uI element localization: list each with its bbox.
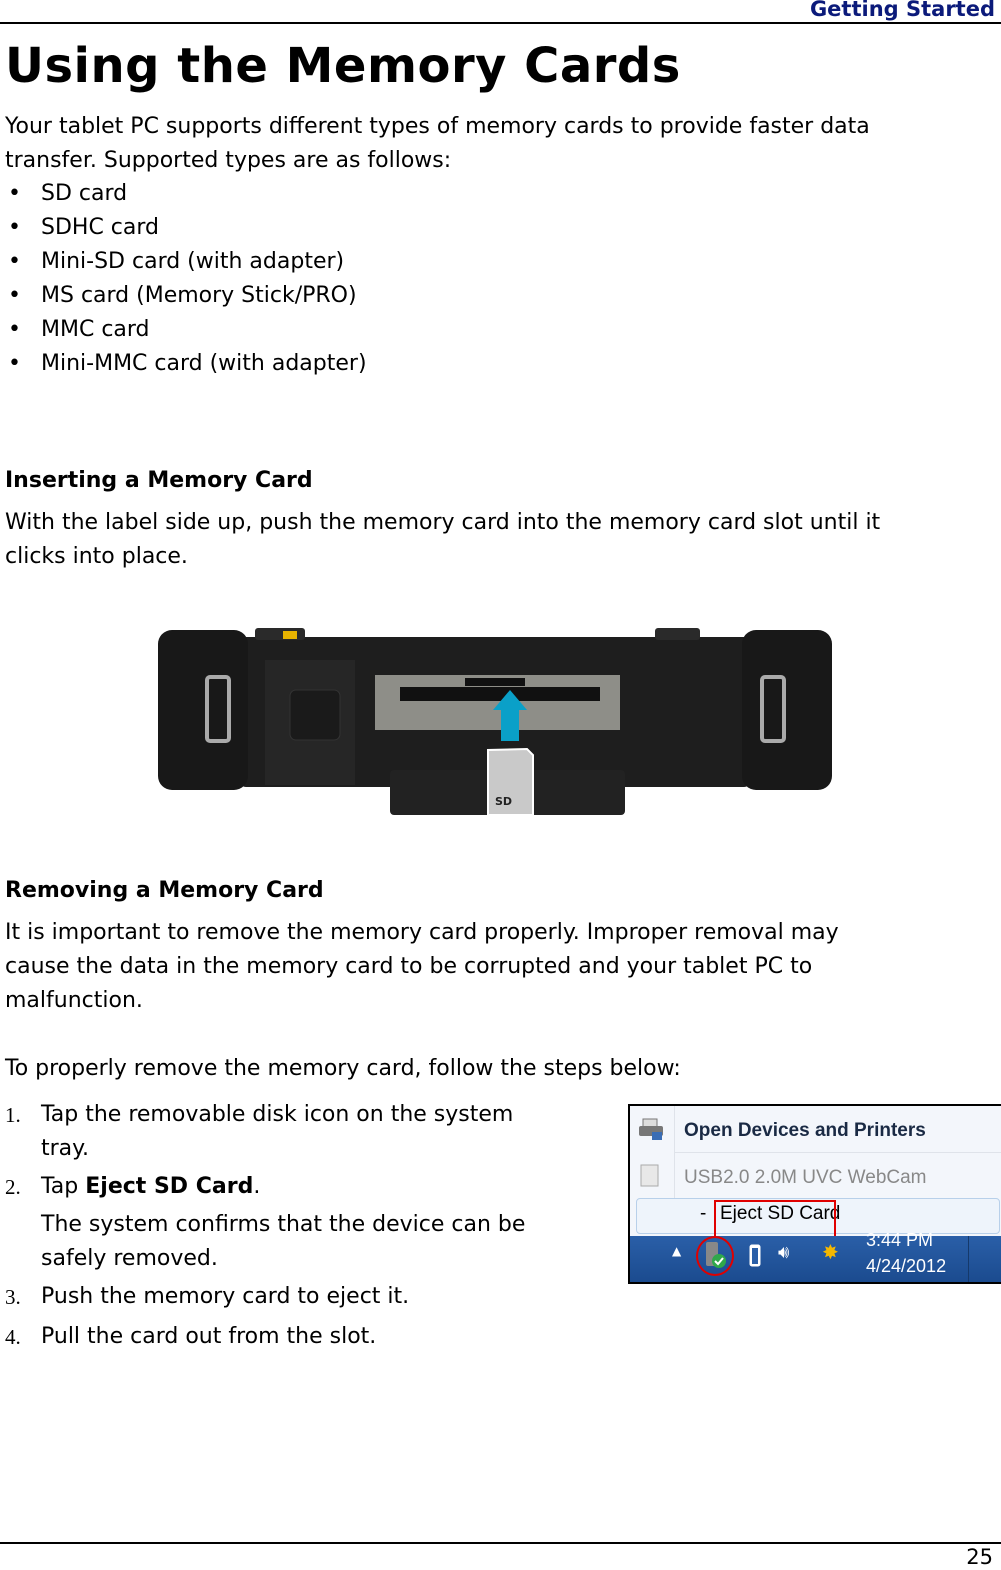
eject-sd-card-term: Eject SD Card xyxy=(85,1174,254,1199)
step-number: 1. xyxy=(5,1103,21,1127)
inserting-line-1: With the label side up, push the memory … xyxy=(5,510,881,535)
removing-line-2: cause the data in the memory card to be … xyxy=(5,954,813,979)
printer-icon xyxy=(639,1118,663,1140)
menu-item-webcam: USB2.0 2.0M UVC WebCam xyxy=(684,1167,927,1188)
step-number: 3. xyxy=(5,1285,21,1309)
intro-line-1: Your tablet PC supports different types … xyxy=(5,114,870,139)
page-title: Using the Memory Cards xyxy=(5,38,681,94)
step-text-prefix: Tap xyxy=(41,1174,86,1199)
removing-line-3: malfunction. xyxy=(5,988,143,1013)
steps-intro: To properly remove the memory card, foll… xyxy=(5,1056,681,1081)
header-rule xyxy=(0,22,1001,24)
left-bumper xyxy=(158,630,248,790)
volume-icon[interactable]: 🔊︎ xyxy=(778,1242,789,1263)
show-hidden-icons-icon[interactable]: ▲ xyxy=(672,1244,681,1258)
removal-steps: 1. Tap the removable disk icon on the sy… xyxy=(0,1098,600,1354)
eject-highlight-box xyxy=(714,1200,836,1240)
running-header: Getting Started xyxy=(809,0,995,21)
tray-date[interactable]: 4/24/2012 xyxy=(866,1256,946,1277)
intro-line-2: transfer. Supported types are as follows… xyxy=(5,148,452,173)
step-text: Tap the removable disk icon on the syste… xyxy=(41,1102,514,1127)
step-text: Pull the card out from the slot. xyxy=(41,1324,377,1349)
list-item: MS card (Memory Stick/PRO) xyxy=(0,279,367,313)
step-number: 2. xyxy=(5,1175,21,1199)
step-text: Tap Eject SD Card. xyxy=(41,1170,600,1204)
taskbar: ▲ 🔊︎ ✸ 3:44 PM 4/24/2012 xyxy=(630,1230,1001,1282)
step-note: The system confirms that the device can … xyxy=(41,1212,526,1237)
sd-card-label: SD xyxy=(495,795,512,808)
tray-icon-highlight-circle xyxy=(696,1236,734,1276)
battery-icon[interactable] xyxy=(748,1242,762,1268)
footer-rule xyxy=(0,1542,1001,1544)
page-number: 25 xyxy=(966,1545,993,1569)
network-signal-icon[interactable]: ✸ xyxy=(822,1240,839,1264)
tablet-card-slot-figure: SD xyxy=(158,628,832,815)
step-number: 4. xyxy=(5,1325,21,1349)
removing-line-1: It is important to remove the memory car… xyxy=(5,920,839,945)
tray-time[interactable]: 3:44 PM xyxy=(866,1230,933,1251)
webcam-device-icon xyxy=(640,1164,659,1187)
inserting-line-2: clicks into place. xyxy=(5,544,188,569)
removing-heading: Removing a Memory Card xyxy=(5,878,324,903)
card-types-list: SD card SDHC card Mini-SD card (with ada… xyxy=(0,177,367,381)
menu-item-open-devices[interactable]: Open Devices and Printers xyxy=(684,1120,1001,1142)
system-tray-screenshot: Open Devices and Printers USB2.0 2.0M UV… xyxy=(628,1104,1001,1284)
list-item: SD card xyxy=(0,177,367,211)
step-item: 2. Tap Eject SD Card. The system confirm… xyxy=(0,1170,600,1276)
step-text: Push the memory card to eject it. xyxy=(41,1284,410,1309)
step-item: 4. Pull the card out from the slot. xyxy=(0,1320,600,1354)
list-item: Mini-SD card (with adapter) xyxy=(0,245,367,279)
inserting-heading: Inserting a Memory Card xyxy=(5,468,313,493)
step-item: 3. Push the memory card to eject it. xyxy=(0,1280,600,1314)
list-item: Mini-MMC card (with adapter) xyxy=(0,347,367,381)
step-note-cont: safely removed. xyxy=(41,1246,218,1271)
step-text-cont: tray. xyxy=(41,1136,90,1161)
right-bumper xyxy=(742,630,832,790)
step-text-suffix: . xyxy=(253,1174,261,1199)
menu-item-dash: - xyxy=(700,1203,707,1224)
list-item: SDHC card xyxy=(0,211,367,245)
list-item: MMC card xyxy=(0,313,367,347)
step-item: 1. Tap the removable disk icon on the sy… xyxy=(0,1098,600,1166)
